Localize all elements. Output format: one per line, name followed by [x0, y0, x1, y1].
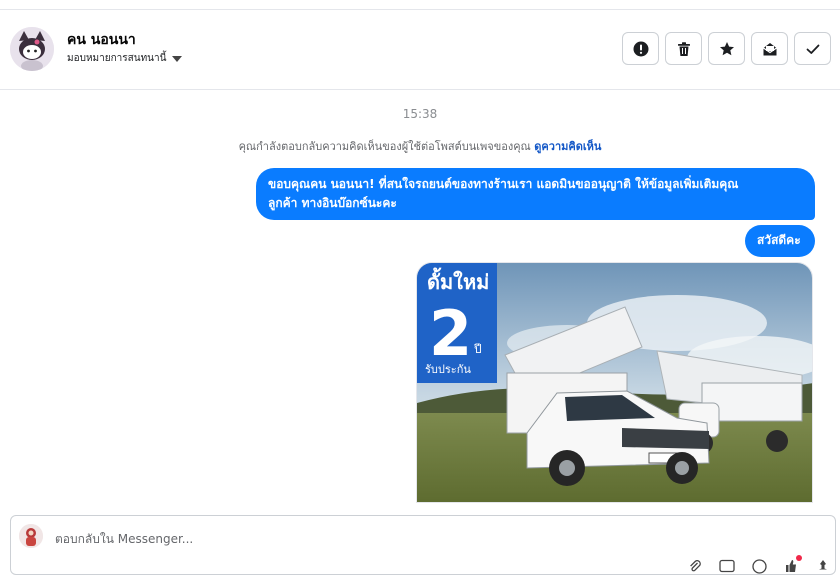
conversation-header: คน นอนนา มอบหมายการสนทนานี้: [0, 10, 840, 90]
contact-name: คน นอนนา: [67, 32, 136, 48]
view-comment-link[interactable]: ดูความคิดเห็น: [534, 140, 601, 153]
conversation-actions: [622, 32, 831, 65]
page-avatar: [19, 524, 43, 548]
delete-button[interactable]: [665, 32, 702, 65]
smiley-icon: [751, 558, 767, 574]
paperclip-icon: [690, 560, 701, 572]
done-button[interactable]: [794, 32, 831, 65]
check-icon: [806, 44, 819, 54]
caret-down-icon: [172, 55, 183, 62]
window-top-strip: [0, 0, 840, 10]
emoji-button[interactable]: [751, 558, 767, 574]
notification-dot-icon: [796, 555, 802, 561]
star-icon: [719, 41, 734, 55]
outgoing-message[interactable]: ขอบคุณคน นอนนา! ที่สนใจรถยนต์ของทางร้านเ…: [256, 168, 815, 220]
reply-input-placeholder: ตอบกลับใน Messenger...: [55, 532, 194, 546]
message-image-attachment[interactable]: ดั้มใหม่ 2 ปี รับประกัน: [416, 262, 813, 503]
promo-headline: ดั้มใหม่: [427, 267, 489, 294]
exclamation-icon: [633, 41, 648, 56]
avatar-illustration: [10, 27, 54, 71]
gif-icon: [719, 559, 735, 573]
star-button[interactable]: [708, 32, 745, 65]
thumbs-up-icon: [786, 560, 796, 572]
promo-caption: รับประกัน: [425, 363, 471, 376]
notice-text: คุณกำลังตอบกลับความคิดเห็นของผู้ใช้ต่อโพ…: [238, 140, 531, 153]
reply-context-notice: คุณกำลังตอบกลับความคิดเห็นของผู้ใช้ต่อโพ…: [0, 137, 840, 155]
composer-area: ตอบกลับใน Messenger...: [0, 503, 840, 575]
gif-button[interactable]: [719, 558, 735, 574]
message-thread[interactable]: 15:38 คุณกำลังตอบกลับความคิดเห็นของผู้ใช…: [0, 90, 840, 503]
like-button[interactable]: [783, 555, 802, 574]
composer-toolbar: [687, 555, 831, 574]
assign-label: มอบหมายการสนทนานี้: [67, 53, 167, 64]
promo-number: 2: [429, 297, 472, 370]
attach-button[interactable]: [687, 558, 703, 574]
message-line: ลูกค้า ทางอินบ๊อกซ์นะคะ: [268, 196, 397, 210]
page-avatar-illustration: [19, 524, 43, 548]
message-line: ขอบคุณคน นอนนา! ที่สนใจรถยนต์ของทางร้านเ…: [268, 177, 739, 191]
assign-conversation-dropdown[interactable]: มอบหมายการสนทนานี้: [67, 51, 183, 66]
spam-button[interactable]: [622, 32, 659, 65]
contact-avatar[interactable]: [10, 27, 54, 71]
promo-unit: ปี: [473, 342, 481, 356]
reply-input-box[interactable]: ตอบกลับใน Messenger...: [10, 515, 836, 575]
more-tools-button[interactable]: [815, 558, 831, 574]
mark-unread-button[interactable]: [751, 32, 788, 65]
trash-icon: [677, 41, 690, 56]
dump-truck-promo-image: ดั้มใหม่ 2 ปี รับประกัน: [417, 263, 812, 502]
message-timestamp: 15:38: [402, 107, 438, 121]
mark-unread-icon: [762, 42, 777, 55]
pin-icon: [819, 560, 827, 570]
outgoing-message[interactable]: สวัสดีคะ: [745, 225, 815, 257]
